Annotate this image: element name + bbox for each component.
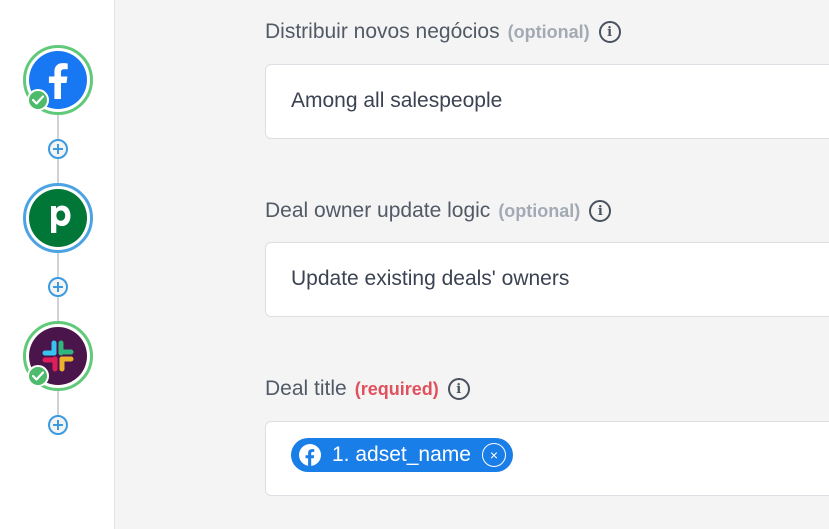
select-value: Update existing deals' owners [291,267,570,290]
field-label-deal-title: Deal title (required) i [265,377,470,401]
add-step-button[interactable] [48,277,68,297]
add-step-button[interactable] [48,139,68,159]
select-value: Among all salespeople [291,89,503,112]
pipedrive-icon [29,189,87,247]
check-icon [27,365,49,387]
field-label-text: Deal owner update logic [265,199,491,222]
owner-update-select[interactable]: Update existing deals' owners [265,242,829,317]
field-label-text: Distribuir novos negócios [265,20,500,43]
field-label-distribuir: Distribuir novos negócios (optional) i [265,20,621,44]
add-step-button[interactable] [48,415,68,435]
workflow-step-pipedrive[interactable] [23,183,93,253]
field-label-owner-update: Deal owner update logic (optional) i [265,199,612,223]
workflow-step-slack[interactable] [23,321,93,391]
variable-chip[interactable]: 1. adset_name × [291,438,513,472]
workflow-sidebar [0,0,115,529]
chip-label: 1. adset_name [332,443,471,466]
workflow-step-facebook[interactable] [23,45,93,115]
field-label-text: Deal title [265,377,347,400]
optional-tag: (optional) [498,200,581,221]
distribuir-select[interactable]: Among all salespeople [265,64,829,139]
optional-tag: (optional) [507,21,590,42]
check-icon [27,89,49,111]
required-tag: (required) [354,378,439,399]
info-icon[interactable]: i [589,200,612,222]
facebook-icon [299,444,321,466]
info-icon[interactable]: i [447,378,470,400]
info-icon[interactable]: i [598,21,621,43]
close-icon[interactable]: × [481,443,506,467]
deal-title-input[interactable]: 1. adset_name × [265,421,829,496]
